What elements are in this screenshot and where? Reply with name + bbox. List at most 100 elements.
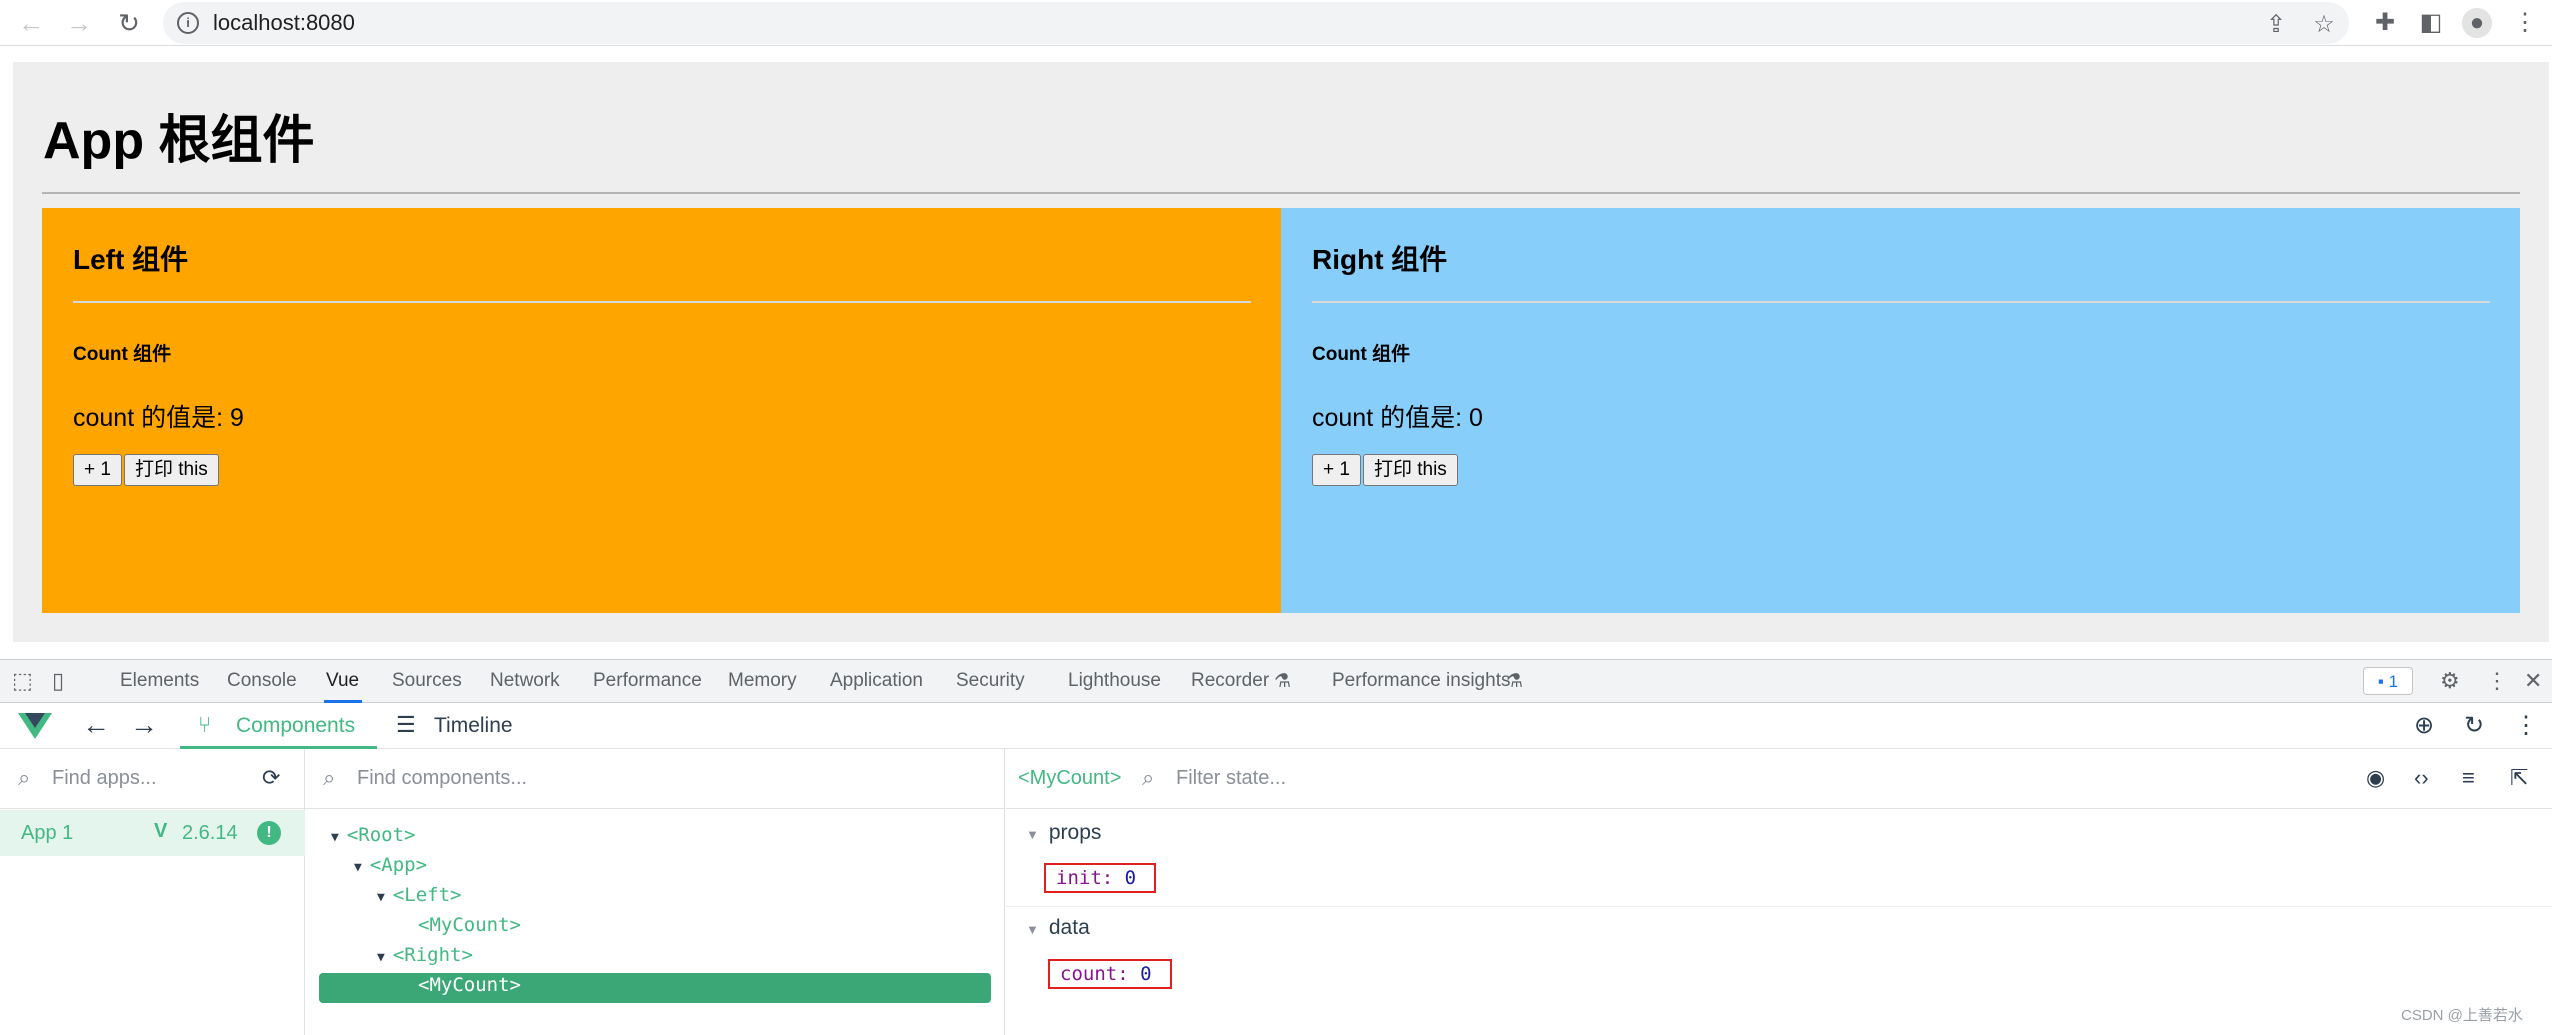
watermark: CSDN @上善若水	[2401, 1007, 2523, 1024]
right-title: Right 组件	[1312, 244, 1448, 275]
forward-arrow-icon[interactable]: →	[130, 709, 158, 741]
show-render-code-icon[interactable]: ≡	[2462, 765, 2475, 791]
print-this-button[interactable]: 打印 this	[123, 454, 219, 486]
tab-network[interactable]: Network	[490, 670, 560, 692]
divider	[1006, 906, 2552, 907]
app-root: App 根组件 Left 组件 Count 组件 count 的值是: 9 + …	[13, 62, 2549, 642]
increment-button[interactable]: + 1	[73, 454, 122, 486]
tab-console[interactable]: Console	[227, 670, 297, 692]
expand-triangle-icon[interactable]: ▼	[377, 890, 385, 905]
tab-components[interactable]: ⑂ Components	[180, 703, 377, 749]
tab-application[interactable]: Application	[830, 670, 923, 692]
button-row: + 1 打印 this	[1312, 454, 1458, 486]
increment-button[interactable]: + 1	[1312, 454, 1361, 486]
page-title: App 根组件	[43, 112, 315, 170]
right-component: Right 组件 Count 组件 count 的值是: 0 + 1 打印 th…	[1281, 208, 2520, 613]
side-panel-icon[interactable]: ◧	[2416, 8, 2446, 38]
app-list-item[interactable]: App 1 V 2.6.14 !	[0, 810, 305, 856]
components-tree-icon: ⑂	[198, 712, 212, 737]
components-label: Components	[236, 714, 356, 737]
bookmark-star-icon[interactable]: ☆	[2309, 10, 2339, 40]
search-icon: ⌕	[18, 765, 31, 790]
components-search[interactable]: ⌕ Find components...	[305, 749, 1005, 809]
apps-search[interactable]: ⌕ Find apps... ⟳	[0, 749, 305, 809]
tree-node-root[interactable]: ▼ <Root>	[331, 824, 415, 846]
address-bar[interactable]: i localhost:8080 ⇪ ☆	[163, 2, 2349, 44]
back-icon[interactable]: ←	[14, 6, 48, 40]
prop-init[interactable]: init: 0	[1044, 863, 1157, 893]
count-title: Count 组件	[1312, 344, 1411, 365]
vue-devtools-toolbar: ← → ⑂ Components ☰ Timeline ⊕ ↻ ⋮	[0, 703, 2552, 749]
site-info-icon[interactable]: i	[177, 12, 199, 34]
divider	[73, 301, 1251, 303]
tab-sources[interactable]: Sources	[392, 670, 462, 692]
tab-vue[interactable]: Vue	[326, 670, 359, 692]
divider	[42, 192, 2520, 194]
browser-menu-icon[interactable]: ⋮	[2510, 8, 2540, 38]
tab-performance-insights[interactable]: Performance insights	[1332, 670, 1510, 692]
inspect-dom-icon[interactable]: ‹›	[2414, 765, 2429, 791]
issues-badge[interactable]: ▪ 1	[2363, 667, 2413, 695]
share-icon[interactable]: ⇪	[2261, 10, 2291, 40]
devtools-menu-icon[interactable]: ⋮	[2486, 668, 2508, 694]
count-value-text: count 的值是: 9	[73, 404, 244, 432]
forward-icon[interactable]: →	[62, 6, 96, 40]
warning-icon[interactable]: !	[257, 821, 281, 845]
props-section-header[interactable]: ▼ props	[1026, 821, 1101, 845]
device-toolbar-icon[interactable]: ▯	[52, 668, 64, 694]
vue-logo-inner	[25, 713, 45, 728]
tab-performance[interactable]: Performance	[593, 670, 702, 692]
inspect-element-icon[interactable]: ⬚	[12, 668, 33, 694]
tab-security[interactable]: Security	[956, 670, 1025, 692]
issue-icon: ▪	[2377, 672, 2384, 691]
component-tree-pane: ⌕ Find components... ▼ <Root> ▼ <App> ▼ <Le…	[305, 749, 1005, 1035]
settings-gear-icon[interactable]: ⚙	[2440, 668, 2460, 694]
flask-icon: ⚗	[1274, 671, 1292, 692]
data-section-header[interactable]: ▼ data	[1026, 916, 1090, 940]
tab-lighthouse[interactable]: Lighthouse	[1068, 670, 1161, 692]
expand-triangle-icon[interactable]: ▼	[377, 950, 385, 965]
tab-memory[interactable]: Memory	[728, 670, 797, 692]
tree-node-left[interactable]: ▼ <Left>	[377, 884, 461, 906]
apps-pane: ⌕ Find apps... ⟳ App 1 V 2.6.14 !	[0, 749, 305, 1035]
extensions-icon[interactable]: ✚	[2370, 8, 2400, 38]
tree-node-right[interactable]: ▼ <Right>	[377, 944, 473, 966]
tree-node-app[interactable]: ▼ <App>	[354, 854, 427, 876]
print-this-button[interactable]: 打印 this	[1362, 454, 1458, 486]
search-icon: ⌕	[1142, 765, 1155, 790]
components-search-input[interactable]: Find components...	[357, 767, 527, 790]
close-devtools-icon[interactable]: ✕	[2524, 668, 2542, 694]
app-version: 2.6.14	[182, 822, 238, 844]
profile-avatar-icon[interactable]: ●	[2462, 8, 2492, 38]
collapse-triangle-icon[interactable]: ▼	[1026, 922, 1039, 937]
select-component-icon[interactable]: ⊕	[2414, 711, 2434, 740]
count-title: Count 组件	[73, 344, 172, 365]
more-icon[interactable]: ⋮	[2514, 711, 2538, 740]
tree-node-mycount[interactable]: <MyCount>	[418, 914, 521, 936]
tab-recorder[interactable]: Recorder	[1191, 670, 1269, 692]
expand-triangle-icon[interactable]: ▼	[331, 830, 339, 845]
search-icon: ⌕	[323, 765, 336, 790]
count-value-text: count 的值是: 0	[1312, 404, 1483, 432]
app-name: App 1	[21, 822, 74, 844]
state-header: <MyCount> ⌕ Filter state... ◉ ‹› ≡ ⇱	[1006, 749, 2552, 809]
open-in-editor-icon[interactable]: ⇱	[2510, 765, 2528, 791]
timeline-label: Timeline	[434, 714, 513, 737]
reload-icon[interactable]: ↻	[112, 6, 146, 40]
tree-node-mycount-selected[interactable]: <MyCount>	[418, 974, 521, 996]
apps-search-input[interactable]: Find apps...	[52, 767, 157, 790]
data-count[interactable]: count: 0	[1048, 959, 1172, 989]
tab-elements[interactable]: Elements	[120, 670, 199, 692]
url-text: localhost:8080	[213, 10, 355, 35]
selected-component-name: <MyCount>	[1018, 767, 1122, 789]
refresh-apps-icon[interactable]: ⟳	[262, 765, 280, 791]
back-arrow-icon[interactable]: ←	[82, 709, 110, 741]
refresh-icon[interactable]: ↻	[2464, 711, 2484, 740]
button-row: + 1 打印 this	[73, 454, 219, 486]
expand-triangle-icon[interactable]: ▼	[354, 860, 362, 875]
collapse-triangle-icon[interactable]: ▼	[1026, 827, 1039, 842]
state-filter-input[interactable]: Filter state...	[1176, 767, 1286, 790]
scroll-to-component-icon[interactable]: ◉	[2366, 765, 2385, 791]
flask-icon: ⚗	[1506, 671, 1524, 692]
vue-version-icon: V	[154, 820, 168, 842]
